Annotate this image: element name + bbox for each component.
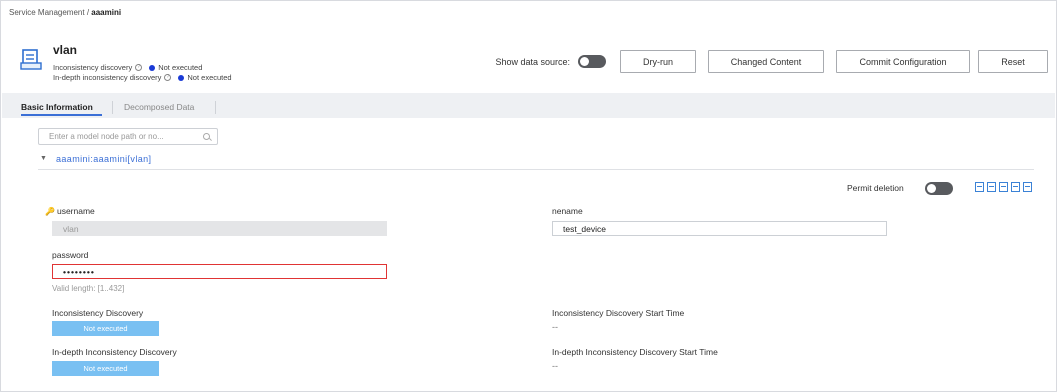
breadcrumb-current: aaamini — [91, 8, 122, 17]
indepth-status-text: Not executed — [187, 73, 232, 82]
key-icon: 🔑 — [45, 207, 55, 216]
indepth-discovery-label: In-depth Inconsistency Discovery — [52, 347, 177, 357]
service-document-icon — [20, 49, 42, 70]
import-icon[interactable] — [1011, 182, 1020, 192]
inconsistency-status-text: Not executed — [158, 63, 203, 72]
page-frame: Service Management / aaamini vlan Incons… — [0, 0, 1057, 392]
inconsistency-start-label: Inconsistency Discovery Start Time — [552, 308, 685, 318]
permit-deletion-label: Permit deletion — [847, 183, 904, 193]
indepth-start-label: In-depth Inconsistency Discovery Start T… — [552, 347, 718, 357]
inconsistency-discovery-badge: Not executed — [52, 321, 159, 336]
divider — [38, 169, 1034, 170]
tree-collapse-icon[interactable]: ▼ — [40, 155, 47, 162]
tab-separator — [112, 101, 113, 114]
status-dot — [178, 74, 185, 81]
toggle-knob — [580, 57, 589, 66]
inconsistency-discovery-label: Inconsistency Discovery — [52, 308, 144, 318]
indepth-status: In-depth inconsistency discovery ? Not e… — [53, 73, 232, 82]
changed-content-button[interactable]: Changed Content — [708, 50, 824, 73]
password-hint: Valid length: [1..432] — [52, 284, 125, 293]
inconsistency-start-value: -- — [552, 322, 558, 332]
nename-label: nename — [552, 206, 583, 216]
dry-run-button[interactable]: Dry-run — [620, 50, 696, 73]
indepth-discovery-badge: Not executed — [52, 361, 159, 376]
permit-deletion-toggle[interactable] — [925, 182, 953, 195]
password-field[interactable]: •••••••• — [52, 264, 387, 279]
tab-separator — [215, 101, 216, 114]
status-dot — [149, 64, 156, 71]
clipboard-icon[interactable] — [1023, 182, 1032, 192]
indepth-label: In-depth inconsistency discovery — [53, 73, 162, 82]
help-icon[interactable]: ? — [135, 64, 143, 71]
nename-field[interactable]: test_device — [552, 221, 887, 236]
paste-icon[interactable] — [987, 182, 996, 192]
username-label-text: username — [56, 206, 95, 216]
reset-button[interactable]: Reset — [978, 50, 1048, 73]
indepth-start-value: -- — [552, 361, 558, 371]
help-icon[interactable]: ? — [164, 74, 172, 81]
search-icon[interactable] — [203, 133, 210, 140]
breadcrumb: Service Management / aaamini — [9, 8, 121, 17]
tab-bar: Basic Information Decomposed Data — [2, 93, 1055, 118]
tab-decomposed-data[interactable]: Decomposed Data — [124, 102, 194, 112]
active-tab-indicator — [21, 114, 102, 116]
toolbar: Show data source: Dry-run Changed Conten… — [495, 50, 1048, 73]
inconsistency-label: Inconsistency discovery — [53, 63, 133, 72]
inconsistency-status: Inconsistency discovery ? Not executed — [53, 63, 202, 72]
toggle-knob — [927, 184, 936, 193]
password-label: password — [52, 250, 89, 260]
tree-node[interactable]: aaamini:aaamini[vlan] — [56, 154, 151, 164]
username-field: vlan — [52, 221, 387, 236]
show-data-source-toggle[interactable] — [578, 55, 606, 68]
page-title: vlan — [53, 43, 78, 57]
show-data-source-label: Show data source: — [495, 56, 570, 67]
tab-basic-information[interactable]: Basic Information — [21, 102, 93, 112]
search-input[interactable]: Enter a model node path or no... — [38, 128, 218, 145]
breadcrumb-parent[interactable]: Service Management — [9, 8, 85, 17]
export-icon[interactable] — [999, 182, 1008, 192]
action-icons — [975, 182, 1035, 192]
search-placeholder: Enter a model node path or no... — [49, 132, 164, 141]
username-label: 🔑 username — [45, 206, 95, 216]
copy-icon[interactable] — [975, 182, 984, 192]
commit-configuration-button[interactable]: Commit Configuration — [836, 50, 970, 73]
